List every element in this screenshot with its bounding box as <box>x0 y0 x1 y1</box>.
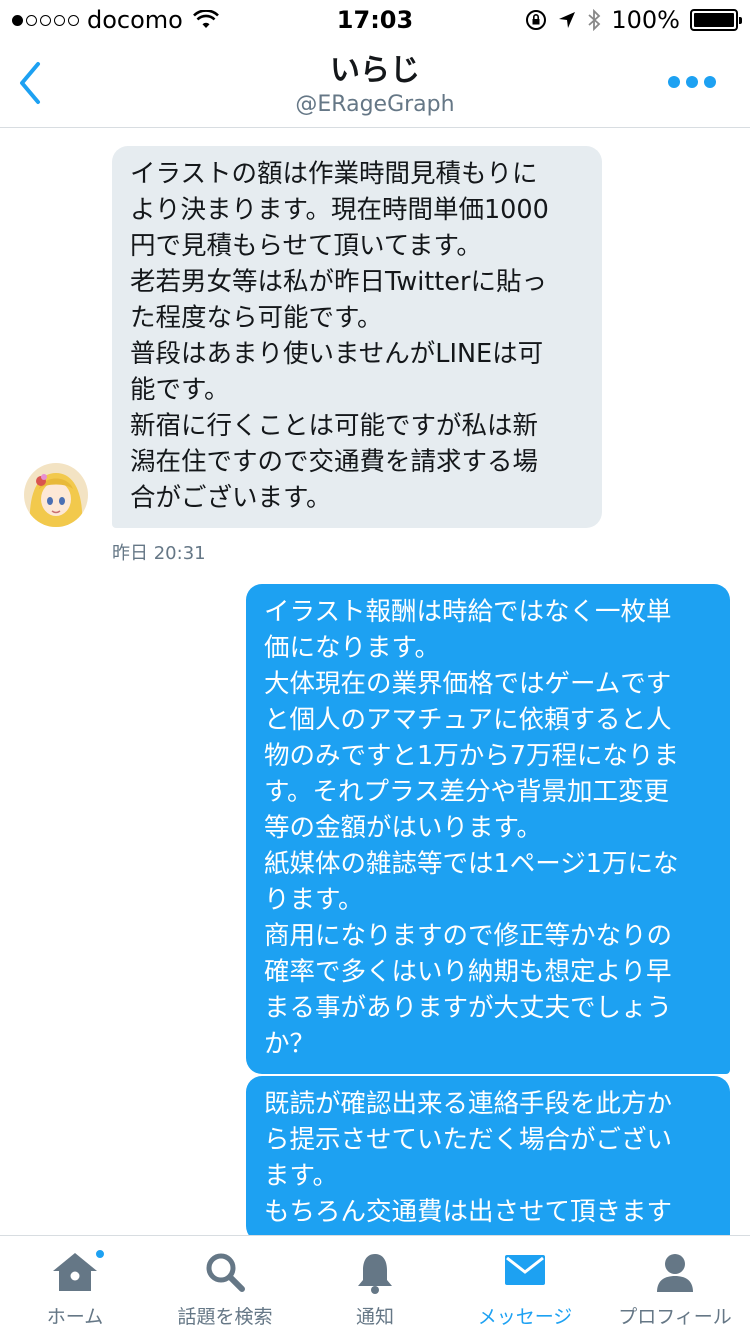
bluetooth-icon <box>588 9 601 31</box>
tab-label-home: ホーム <box>46 1306 104 1328</box>
tab-label-messages: メッセージ <box>477 1306 573 1328</box>
message-timestamp: 昨日 20:31 <box>112 543 206 564</box>
person-icon <box>657 1254 693 1292</box>
bottom-tab-bar: ホーム 話題を検索 通知 メッセージ プロフィール <box>0 1235 750 1334</box>
tab-label-notifications: 通知 <box>355 1306 394 1328</box>
notification-badge <box>94 1248 106 1260</box>
location-arrow-icon <box>559 12 576 28</box>
header-title-block: いらじ @ERageGraph <box>0 52 750 120</box>
user-handle: @ERageGraph <box>295 92 455 117</box>
message-thread[interactable]: イラストの額は作業時間見積もりに より決まります。現在時間単価1000 円で見積… <box>0 129 750 1235</box>
mail-icon <box>505 1255 545 1285</box>
tab-notifications[interactable]: 通知 <box>300 1236 450 1334</box>
more-options-icon[interactable] <box>668 76 716 88</box>
battery-icon <box>690 9 742 31</box>
tab-home[interactable]: ホーム <box>0 1236 150 1334</box>
home-icon <box>53 1253 97 1291</box>
sender-avatar[interactable] <box>24 463 88 527</box>
outgoing-message-bubble: イラスト報酬は時給ではなく一枚単 価になります。 大体現在の業界価格ではゲームで… <box>246 584 730 1074</box>
tab-label-profile: プロフィール <box>618 1306 732 1328</box>
rotation-lock-icon <box>526 10 547 30</box>
status-bar: docomo 17:03 100% <box>0 0 750 40</box>
tab-search[interactable]: 話題を検索 <box>150 1236 300 1334</box>
conversation-header: いらじ @ERageGraph <box>0 40 750 128</box>
page-title: いらじ <box>330 53 420 88</box>
status-right: 100% <box>525 6 742 34</box>
incoming-message-bubble: イラストの額は作業時間見積もりに より決まります。現在時間単価1000 円で見積… <box>112 146 602 528</box>
search-icon <box>206 1253 245 1292</box>
outgoing-message-bubble: 既読が確認出来る連絡手段を此方か ら提示させていただく場合がござい ます。 もち… <box>246 1076 730 1235</box>
tab-messages[interactable]: メッセージ <box>450 1236 600 1334</box>
tab-profile[interactable]: プロフィール <box>600 1236 750 1334</box>
bell-icon <box>358 1254 392 1294</box>
tab-label-search: 話題を検索 <box>177 1306 273 1328</box>
battery-percent: 100% <box>611 6 680 34</box>
